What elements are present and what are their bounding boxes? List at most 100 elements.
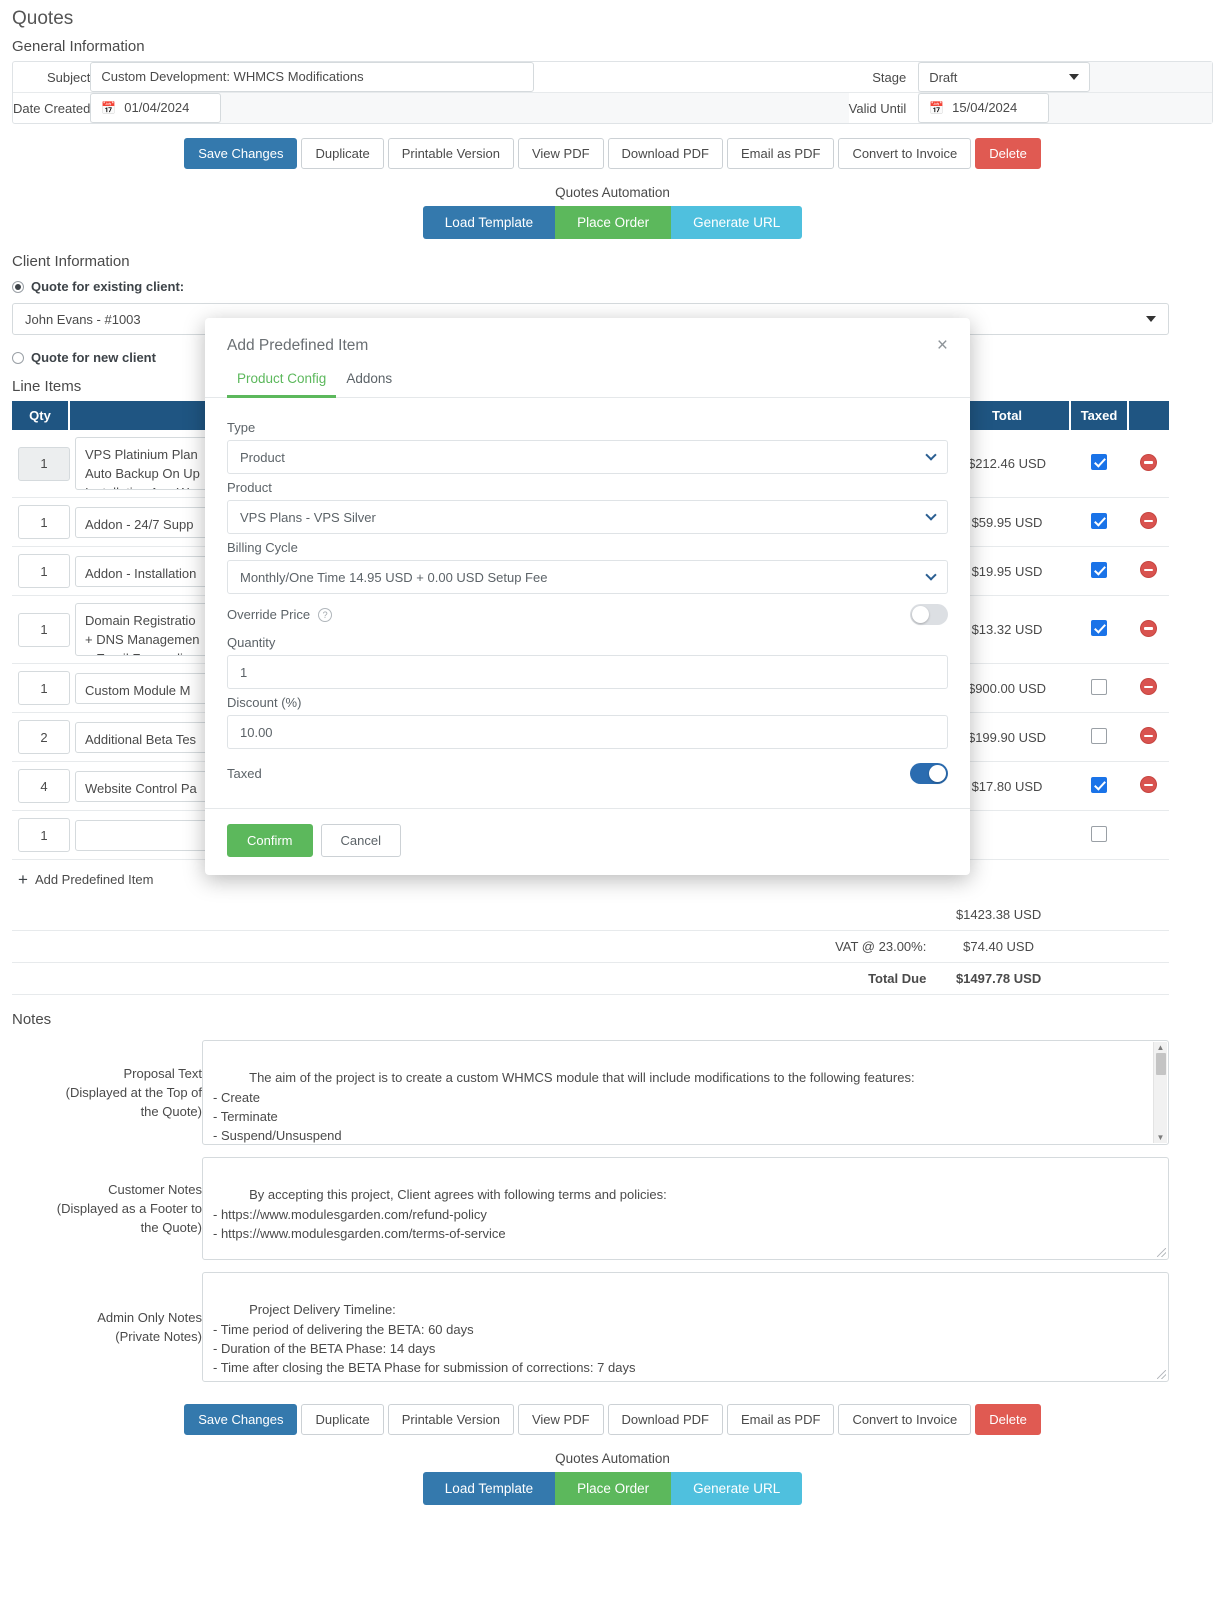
- load-template-button[interactable]: Load Template: [422, 206, 556, 239]
- scrollbar[interactable]: ▲ ▼: [1153, 1042, 1167, 1143]
- discount-input[interactable]: 10.00: [227, 715, 948, 749]
- existing-client-radio-row[interactable]: Quote for existing client:: [0, 276, 1225, 297]
- qty-input[interactable]: 1: [18, 446, 70, 481]
- customer-notes-textarea[interactable]: By accepting this project, Client agrees…: [202, 1157, 1169, 1260]
- help-icon[interactable]: ?: [318, 607, 333, 622]
- proposal-text-textarea[interactable]: The aim of the project is to create a cu…: [202, 1040, 1169, 1145]
- place-order-button[interactable]: Place Order: [555, 206, 672, 239]
- override-price-toggle[interactable]: [910, 604, 948, 625]
- remove-cell: [1128, 497, 1169, 547]
- quote-action-buttons-top: Save Changes Duplicate Printable Version Vi…: [0, 124, 1225, 169]
- admin-notes-label: Admin Only Notes (Private Notes): [97, 1310, 202, 1344]
- quantity-label: Quantity: [227, 635, 276, 650]
- scroll-up-icon[interactable]: ▲: [1157, 1043, 1165, 1052]
- taxed-cell: [1070, 712, 1128, 762]
- taxed-cell: [1070, 497, 1128, 547]
- totals-row: Total Due $1497.78 USD: [12, 962, 1169, 995]
- convert-to-invoice-button[interactable]: Convert to Invoice: [838, 138, 972, 169]
- chevron-down-icon: [925, 449, 937, 461]
- scroll-down-icon[interactable]: ▼: [1157, 1133, 1165, 1142]
- tab-addons[interactable]: Addons: [336, 367, 402, 398]
- qty-input[interactable]: 2: [18, 720, 70, 754]
- general-information-heading: General Information: [12, 38, 145, 55]
- qty-input[interactable]: 1: [18, 612, 70, 647]
- generate-url-button[interactable]: Generate URL: [671, 206, 803, 239]
- date-created-input[interactable]: 📅 01/04/2024: [90, 93, 222, 123]
- remove-item-icon[interactable]: [1140, 512, 1157, 529]
- qty-input[interactable]: 1: [18, 554, 70, 588]
- email-as-pdf-button[interactable]: Email as PDF: [726, 1404, 835, 1435]
- place-order-button[interactable]: Place Order: [555, 1472, 672, 1505]
- modal-tabs: Product Config Addons: [205, 355, 970, 398]
- qty-input[interactable]: 1: [18, 818, 70, 852]
- qty-cell: 2: [12, 712, 70, 762]
- tab-product-config[interactable]: Product Config: [227, 367, 337, 398]
- taxed-toggle[interactable]: [910, 763, 948, 784]
- date-created-value: 01/04/2024: [124, 100, 190, 115]
- quotes-automation-buttons-top: Load Template Place Order Generate URL: [0, 206, 1225, 239]
- valid-until-input[interactable]: 📅 15/04/2024: [918, 93, 1050, 123]
- remove-item-icon[interactable]: [1140, 619, 1157, 637]
- close-icon[interactable]: ×: [937, 336, 948, 355]
- remove-cell: [1128, 810, 1169, 860]
- generate-url-button[interactable]: Generate URL: [671, 1472, 803, 1505]
- scrollbar-thumb[interactable]: [1156, 1053, 1166, 1075]
- taxed-checkbox[interactable]: [1091, 454, 1107, 470]
- email-as-pdf-button[interactable]: Email as PDF: [726, 138, 835, 169]
- type-select[interactable]: Product: [227, 440, 948, 474]
- load-template-button[interactable]: Load Template: [422, 1472, 556, 1505]
- confirm-button[interactable]: Confirm: [227, 824, 313, 857]
- printable-version-button[interactable]: Printable Version: [387, 1404, 514, 1435]
- taxed-checkbox[interactable]: [1091, 727, 1107, 744]
- taxed-checkbox[interactable]: [1091, 678, 1107, 695]
- taxed-checkbox[interactable]: [1091, 620, 1107, 636]
- billing-cycle-select[interactable]: Monthly/One Time 14.95 USD + 0.00 USD Se…: [227, 560, 948, 594]
- stage-select[interactable]: Draft: [918, 62, 1091, 92]
- quantity-input[interactable]: 1: [227, 655, 948, 689]
- remove-item-icon[interactable]: [1140, 727, 1157, 744]
- qty-input[interactable]: 1: [18, 505, 70, 539]
- remove-item-icon[interactable]: [1140, 776, 1157, 793]
- qty-input[interactable]: 4: [18, 769, 70, 803]
- taxed-checkbox[interactable]: [1091, 825, 1107, 842]
- cancel-button[interactable]: Cancel: [320, 824, 401, 857]
- general-information-panel: Subject Custom Development: WHMCS Modifi…: [12, 61, 1213, 124]
- radio-existing-client-icon[interactable]: [12, 280, 24, 293]
- quotes-automation-title-top: Quotes Automation: [555, 185, 670, 200]
- duplicate-button[interactable]: Duplicate: [301, 138, 384, 169]
- duplicate-button[interactable]: Duplicate: [301, 1404, 384, 1435]
- product-select[interactable]: VPS Plans - VPS Silver: [227, 500, 948, 534]
- new-client-label: Quote for new client: [31, 350, 156, 365]
- total-label: Total Due: [12, 962, 933, 995]
- taxed-row: Taxed: [227, 749, 948, 794]
- remove-item-icon[interactable]: [1140, 453, 1157, 471]
- view-pdf-button[interactable]: View PDF: [517, 138, 604, 169]
- download-pdf-button[interactable]: Download PDF: [607, 1404, 723, 1435]
- remove-item-icon[interactable]: [1140, 678, 1157, 695]
- resize-handle-icon[interactable]: [1157, 1370, 1166, 1379]
- taxed-checkbox[interactable]: [1091, 561, 1107, 578]
- taxed-cell: [1070, 810, 1128, 860]
- totals-row: VAT @ 23.00%: $74.40 USD: [12, 930, 1169, 963]
- convert-to-invoice-button[interactable]: Convert to Invoice: [838, 1404, 972, 1435]
- delete-button[interactable]: Delete: [975, 138, 1041, 169]
- view-pdf-button[interactable]: View PDF: [517, 1404, 604, 1435]
- qty-input[interactable]: 1: [18, 671, 70, 705]
- taxed-checkbox[interactable]: [1091, 512, 1107, 529]
- caret-down-icon: [1069, 74, 1080, 80]
- save-changes-button[interactable]: Save Changes: [184, 1404, 298, 1435]
- valid-until-value: 15/04/2024: [952, 100, 1018, 115]
- qty-cell: 1: [12, 430, 70, 498]
- printable-version-button[interactable]: Printable Version: [387, 138, 514, 169]
- resize-handle-icon[interactable]: [1157, 1248, 1166, 1257]
- delete-button[interactable]: Delete: [975, 1404, 1041, 1435]
- quotes-automation-buttons-bottom: Load Template Place Order Generate URL: [0, 1472, 1225, 1505]
- remove-item-icon[interactable]: [1140, 561, 1157, 578]
- download-pdf-button[interactable]: Download PDF: [607, 138, 723, 169]
- admin-notes-textarea[interactable]: Project Delivery Timeline: - Time period…: [202, 1272, 1169, 1382]
- page-title: Quotes: [12, 8, 74, 29]
- subject-input[interactable]: Custom Development: WHMCS Modifications: [90, 62, 535, 92]
- radio-new-client-icon[interactable]: [12, 351, 24, 364]
- save-changes-button[interactable]: Save Changes: [184, 138, 298, 169]
- taxed-checkbox[interactable]: [1091, 776, 1107, 793]
